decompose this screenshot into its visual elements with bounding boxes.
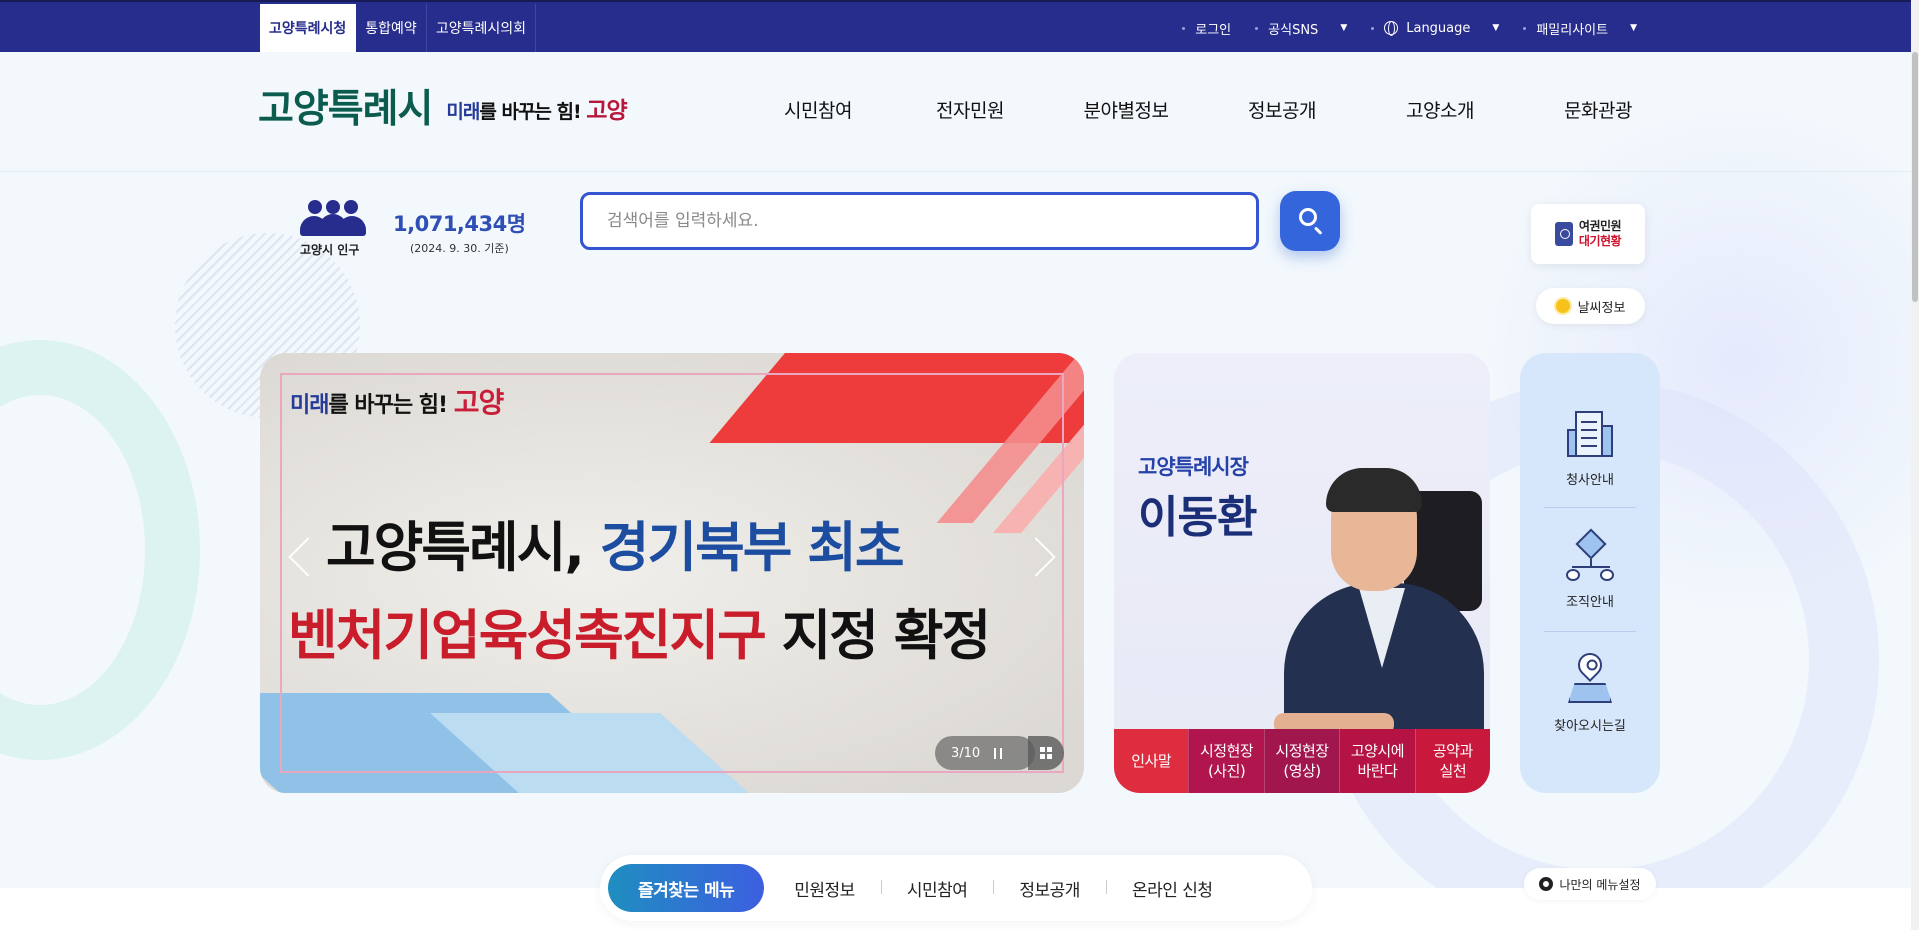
nav-about-goyang[interactable]: 고양소개: [1366, 96, 1514, 123]
login-label: 로그인: [1195, 22, 1232, 38]
banner-slogan: 미래를 바꾸는 힘! 고양: [290, 386, 504, 419]
mayor-name: 이동환: [1138, 492, 1257, 543]
tab-city-council[interactable]: 고양특례시의회: [427, 4, 536, 52]
search-input[interactable]: [583, 195, 1256, 247]
main-navigation: 시민참여 전자민원 분야별정보 정보공개 고양소개 문화관광: [750, 96, 1682, 123]
site-logo[interactable]: 고양특례시 미래를 바꾸는 힘! 고양: [258, 88, 628, 132]
passport-icon: [1554, 222, 1573, 246]
slide-list-button[interactable]: [1028, 736, 1064, 770]
mayor-tab-photo[interactable]: 시정현장 (사진): [1188, 729, 1264, 793]
sns-dropdown[interactable]: 공식SNS ▼: [1243, 19, 1359, 38]
quick-building-guide[interactable]: 청사안내: [1534, 411, 1646, 488]
mayor-tab-greeting[interactable]: 인사말: [1114, 729, 1189, 793]
slide-controls: 3/10: [935, 736, 1035, 770]
nav-info-disclosure[interactable]: 정보공개: [1198, 96, 1366, 123]
tab-citizen-participation[interactable]: 시민참여: [880, 876, 994, 901]
my-menu-settings-button[interactable]: 나만의 메뉴설정: [1524, 868, 1656, 900]
population-count: 1,071,434명: [393, 212, 526, 236]
mayor-card: 고양특례시장 이동환 인사말 시정현장 (사진) 시정현장 (영상) 고양시에 바란다…: [1114, 353, 1490, 793]
tab-integrated-reservation[interactable]: 통합예약: [356, 4, 427, 52]
passport-label-2: 대기현황: [1578, 234, 1622, 248]
tab-info-disclosure[interactable]: 정보공개: [993, 876, 1106, 901]
chevron-down-icon: ▼: [1630, 23, 1637, 33]
login-link[interactable]: 로그인: [1170, 19, 1243, 38]
search-box: [580, 192, 1259, 250]
site-tabs: 고양특례시청 통합예약 고양특례시의회: [260, 4, 536, 52]
mayor-tabs: 인사말 시정현장 (사진) 시정현장 (영상) 고양시에 바란다 공약과 실천: [1114, 729, 1490, 793]
language-label: Language: [1406, 20, 1471, 36]
population-icon: [298, 200, 368, 238]
nav-field-info[interactable]: 분야별정보: [1054, 96, 1198, 123]
family-site-dropdown[interactable]: 패밀리사이트 ▼: [1511, 19, 1649, 38]
favorite-menu-tabs: 즐겨찾는 메뉴 민원정보 시민참여 정보공개 온라인 신청: [600, 855, 1312, 921]
quick-building-label: 청사안내: [1566, 473, 1614, 488]
quick-organization-guide[interactable]: 조직안내: [1534, 528, 1646, 610]
population-label: 고양시 인구: [300, 243, 360, 257]
utility-links: 로그인 공식SNS ▼ Language ▼ 패밀리사이트 ▼: [1170, 4, 1649, 52]
mayor-tab-pledges[interactable]: 공약과 실천: [1414, 729, 1490, 793]
banner-headline-1: 고양특례시, 경기북부 최초: [326, 516, 905, 579]
nav-culture-tourism[interactable]: 문화관광: [1514, 96, 1682, 123]
language-dropdown[interactable]: Language ▼: [1359, 21, 1511, 36]
quick-organization-label: 조직안내: [1566, 595, 1614, 610]
search-button[interactable]: [1280, 191, 1340, 251]
slide-counter: 3/10: [951, 745, 981, 761]
mayor-tab-video[interactable]: 시정현장 (영상): [1263, 729, 1340, 793]
chevron-down-icon: ▼: [1340, 23, 1348, 33]
people-icon: [298, 200, 368, 238]
mayor-title: 고양특례시장: [1138, 455, 1249, 479]
map-pin-icon: [1568, 648, 1612, 705]
quick-links-panel: 청사안내 조직안내 찾아오시는길: [1520, 353, 1660, 793]
tab-goyang-city[interactable]: 고양특례시청: [260, 4, 357, 52]
nav-e-civil-service[interactable]: 전자민원: [886, 96, 1054, 123]
utility-bar: 고양특례시청 통합예약 고양특례시의회 로그인 공식SNS ▼ Language ▼…: [0, 0, 1919, 52]
scrollbar-thumb[interactable]: [1912, 52, 1918, 302]
building-icon: [1567, 411, 1613, 459]
org-chart-icon: [1564, 528, 1616, 581]
mayor-photo: [1264, 413, 1490, 753]
pause-icon[interactable]: [994, 747, 1003, 759]
weather-label: 날씨정보: [1577, 300, 1626, 316]
mayor-tab-suggestion[interactable]: 고양시에 바란다: [1339, 729, 1415, 793]
globe-icon: [1384, 21, 1399, 36]
quick-directions[interactable]: 찾아오시는길: [1534, 648, 1646, 734]
sun-icon: [1555, 299, 1570, 313]
page-scrollbar[interactable]: [1911, 0, 1919, 930]
passport-label-1: 여권민원: [1578, 219, 1622, 233]
search-icon: [1299, 208, 1317, 226]
logo-name: 고양특례시: [258, 88, 433, 131]
logo-slogan: 미래를 바꾸는 힘! 고양: [446, 98, 627, 124]
weather-button[interactable]: 날씨정보: [1536, 288, 1645, 324]
population-date: (2024. 9. 30. 기준): [410, 242, 509, 255]
chevron-down-icon: ▼: [1492, 23, 1500, 33]
nav-citizen-participation[interactable]: 시민참여: [750, 96, 886, 123]
my-menu-settings-label: 나만의 메뉴설정: [1559, 877, 1641, 892]
family-site-label: 패밀리사이트: [1536, 22, 1609, 38]
tab-civil-info[interactable]: 민원정보: [768, 876, 881, 901]
quick-directions-label: 찾아오시는길: [1554, 719, 1626, 734]
tab-online-application[interactable]: 온라인 신청: [1105, 876, 1239, 901]
site-header: 고양특례시 미래를 바꾸는 힘! 고양 시민참여 전자민원 분야별정보 정보공개…: [0, 52, 1919, 172]
grid-icon: [1040, 747, 1052, 759]
main-banner[interactable]: 미래를 바꾸는 힘! 고양 고양특례시, 경기북부 최초 벤처기업육성촉진지구 …: [260, 353, 1084, 793]
tab-favorite-menu[interactable]: 즐겨찾는 메뉴: [608, 864, 765, 912]
banner-headline-2: 벤처기업육성촉진지구 지정 확정: [288, 604, 991, 667]
gear-icon: [1539, 877, 1554, 891]
sns-label: 공식SNS: [1268, 22, 1319, 38]
passport-queue-button[interactable]: 여권민원 대기현황: [1531, 204, 1645, 264]
